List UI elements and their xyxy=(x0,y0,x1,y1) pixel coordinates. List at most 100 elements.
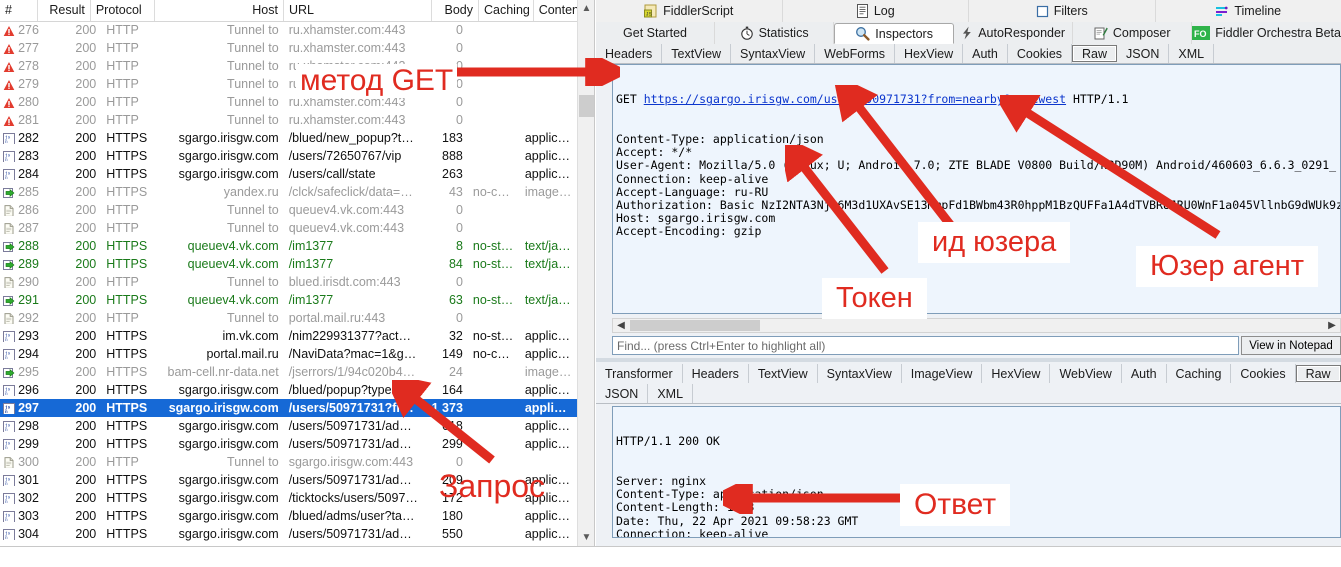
tab-inspectors[interactable]: Inspectors xyxy=(834,23,954,44)
subtab-webforms[interactable]: WebForms xyxy=(815,44,895,63)
tab-statistics[interactable]: Statistics xyxy=(715,22,834,44)
tab-autoresponder[interactable]: AutoResponder xyxy=(954,22,1073,44)
row-number: 286 xyxy=(15,201,51,219)
row-host: Tunnel to xyxy=(162,309,284,327)
view-in-notepad-button[interactable]: View in Notepad xyxy=(1241,336,1341,355)
subtab-caching[interactable]: Caching xyxy=(1167,364,1232,383)
tab-timeline[interactable]: Timeline xyxy=(1156,0,1341,22)
top-tool-row[interactable]: JSFiddlerScriptLogFiltersTimeline xyxy=(596,0,1341,23)
scroll-right-icon[interactable]: ▶ xyxy=(1324,319,1340,332)
column-header-url[interactable]: URL xyxy=(284,0,432,21)
subtab-imageview[interactable]: ImageView xyxy=(902,364,983,383)
subtab-raw[interactable]: Raw xyxy=(1072,45,1117,62)
main-tool-row[interactable]: Get StartedStatistics Inspectors AutoRespo… xyxy=(596,22,1341,45)
subtab-webview[interactable]: WebView xyxy=(1050,364,1121,383)
scroll-left-icon[interactable]: ◀ xyxy=(613,319,629,332)
table-row[interactable]: jsn304200HTTPSsgargo.irisgw.com/users/50… xyxy=(0,525,577,543)
subtab-headers[interactable]: Headers xyxy=(683,364,749,383)
column-header-result[interactable]: Result xyxy=(38,0,91,21)
table-row[interactable]: jsn283200HTTPSsgargo.irisgw.com/users/72… xyxy=(0,147,577,165)
table-row[interactable]: 295200HTTPSbam-cell.nr-data.net/jserrors… xyxy=(0,363,577,381)
row-content-type: application/ xyxy=(520,345,577,363)
tab-composer[interactable]: Composer xyxy=(1073,22,1192,44)
subtab-textview[interactable]: TextView xyxy=(662,44,731,63)
table-row[interactable]: jsn282200HTTPSsgargo.irisgw.com/blued/ne… xyxy=(0,129,577,147)
table-row[interactable]: 288200HTTPSqueuev4.vk.com/im13778no-stor… xyxy=(0,237,577,255)
table-row[interactable]: 286200HTTPTunnel toqueuev4.vk.com:4430 xyxy=(0,201,577,219)
table-row[interactable]: jsn294200HTTPSportal.mail.ru/NaviData?ma… xyxy=(0,345,577,363)
table-row[interactable]: 289200HTTPSqueuev4.vk.com/im137784no-sto… xyxy=(0,255,577,273)
table-row[interactable]: 276200HTTPTunnel toru.xhamster.com:4430 xyxy=(0,21,577,39)
svg-text:n: n xyxy=(5,176,8,180)
subtab-cookies[interactable]: Cookies xyxy=(1008,44,1072,63)
subtab-hexview[interactable]: HexView xyxy=(895,44,963,63)
row-icon-cell: jsn xyxy=(0,528,15,540)
table-row[interactable]: 277200HTTPTunnel toru.xhamster.com:4430 xyxy=(0,39,577,57)
tab-fiddlerscript[interactable]: JSFiddlerScript xyxy=(596,0,783,22)
row-number: 303 xyxy=(15,507,51,525)
subtab-syntaxview[interactable]: SyntaxView xyxy=(818,364,902,383)
subtab-cookies[interactable]: Cookies xyxy=(1231,364,1295,383)
subtab-hexview[interactable]: HexView xyxy=(982,364,1050,383)
scrollbar-thumb[interactable] xyxy=(579,95,594,117)
subtab-auth[interactable]: Auth xyxy=(1122,364,1167,383)
json-icon: jsn xyxy=(3,402,15,414)
row-caching: no-store xyxy=(468,327,520,345)
table-row[interactable]: 292200HTTPTunnel toportal.mail.ru:4430 xyxy=(0,309,577,327)
column-header-caching[interactable]: Caching xyxy=(479,0,534,21)
table-row[interactable]: 287200HTTPTunnel toqueuev4.vk.com:4430 xyxy=(0,219,577,237)
row-icon-cell xyxy=(0,294,15,306)
table-row[interactable]: 285200HTTPSyandex.ru/clck/safeclick/data… xyxy=(0,183,577,201)
find-bar[interactable]: Find... (press Ctrl+Enter to highlight a… xyxy=(612,336,1341,355)
row-result: 200 xyxy=(51,93,101,111)
request-hscroll-thumb[interactable] xyxy=(630,320,760,331)
find-input[interactable]: Find... (press Ctrl+Enter to highlight a… xyxy=(612,336,1239,355)
response-inspector-tabs-row1[interactable]: TransformerHeadersTextViewSyntaxViewImag… xyxy=(596,364,1341,383)
tab-log[interactable]: Log xyxy=(783,0,970,22)
row-number: 291 xyxy=(15,291,51,309)
subtab-transformer[interactable]: Transformer xyxy=(596,364,683,383)
row-icon-cell: jsn xyxy=(0,168,15,180)
row-protocol: HTTPS xyxy=(101,399,162,417)
response-inspector-tabs-row2[interactable]: JSONXML xyxy=(596,384,1341,404)
subtab-json[interactable]: JSON xyxy=(596,384,648,403)
scroll-up-icon[interactable]: ▲ xyxy=(578,0,595,17)
row-number: 304 xyxy=(15,525,51,543)
table-row[interactable]: jsn284200HTTPSsgargo.irisgw.com/users/ca… xyxy=(0,165,577,183)
row-icon-cell xyxy=(0,240,15,252)
subtab-xml[interactable]: XML xyxy=(1169,44,1214,63)
tab-label: Inspectors xyxy=(875,27,933,41)
json-icon: jsn xyxy=(3,150,15,162)
request-method: GET xyxy=(616,92,637,106)
row-protocol: HTTP xyxy=(101,201,162,219)
table-row[interactable]: 281200HTTPTunnel toru.xhamster.com:4430 xyxy=(0,111,577,129)
session-list-header[interactable]: # Result Protocol Host URL Body Caching … xyxy=(0,0,594,22)
tab-fiddler-orchestra-beta[interactable]: FOFiddler Orchestra Beta xyxy=(1192,22,1341,44)
row-host: im.vk.com xyxy=(162,327,284,345)
request-inspector-tabs[interactable]: HeadersTextViewSyntaxViewWebFormsHexView… xyxy=(596,44,1341,64)
request-horizontal-scrollbar[interactable]: ◀ ▶ xyxy=(612,318,1341,333)
table-row[interactable]: 291200HTTPSqueuev4.vk.com/im137763no-sto… xyxy=(0,291,577,309)
column-header-protocol[interactable]: Protocol xyxy=(91,0,155,21)
table-row[interactable]: jsn293200HTTPSim.vk.com/nim229931377?act… xyxy=(0,327,577,345)
table-row[interactable]: 280200HTTPTunnel toru.xhamster.com:4430 xyxy=(0,93,577,111)
row-result: 200 xyxy=(51,201,101,219)
subtab-textview[interactable]: TextView xyxy=(749,364,818,383)
subtab-auth[interactable]: Auth xyxy=(963,44,1008,63)
tab-filters[interactable]: Filters xyxy=(969,0,1156,22)
arrow-icon xyxy=(3,186,15,198)
json-icon: jsn xyxy=(3,420,15,432)
table-row[interactable]: 290200HTTPTunnel toblued.irisdt.com:4430 xyxy=(0,273,577,291)
tab-get-started[interactable]: Get Started xyxy=(596,22,715,44)
table-row[interactable]: jsn303200HTTPSsgargo.irisgw.com/blued/ad… xyxy=(0,507,577,525)
panel-splitter[interactable] xyxy=(596,358,1341,362)
scroll-down-icon[interactable]: ▼ xyxy=(578,529,595,546)
subtab-syntaxview[interactable]: SyntaxView xyxy=(731,44,815,63)
arrow-token xyxy=(785,145,900,280)
column-header-body[interactable]: Body xyxy=(432,0,479,21)
column-header-number[interactable]: # xyxy=(0,0,38,21)
column-header-host[interactable]: Host xyxy=(155,0,284,21)
subtab-raw[interactable]: Raw xyxy=(1296,365,1341,382)
subtab-json[interactable]: JSON xyxy=(1117,44,1169,63)
subtab-xml[interactable]: XML xyxy=(648,384,693,403)
